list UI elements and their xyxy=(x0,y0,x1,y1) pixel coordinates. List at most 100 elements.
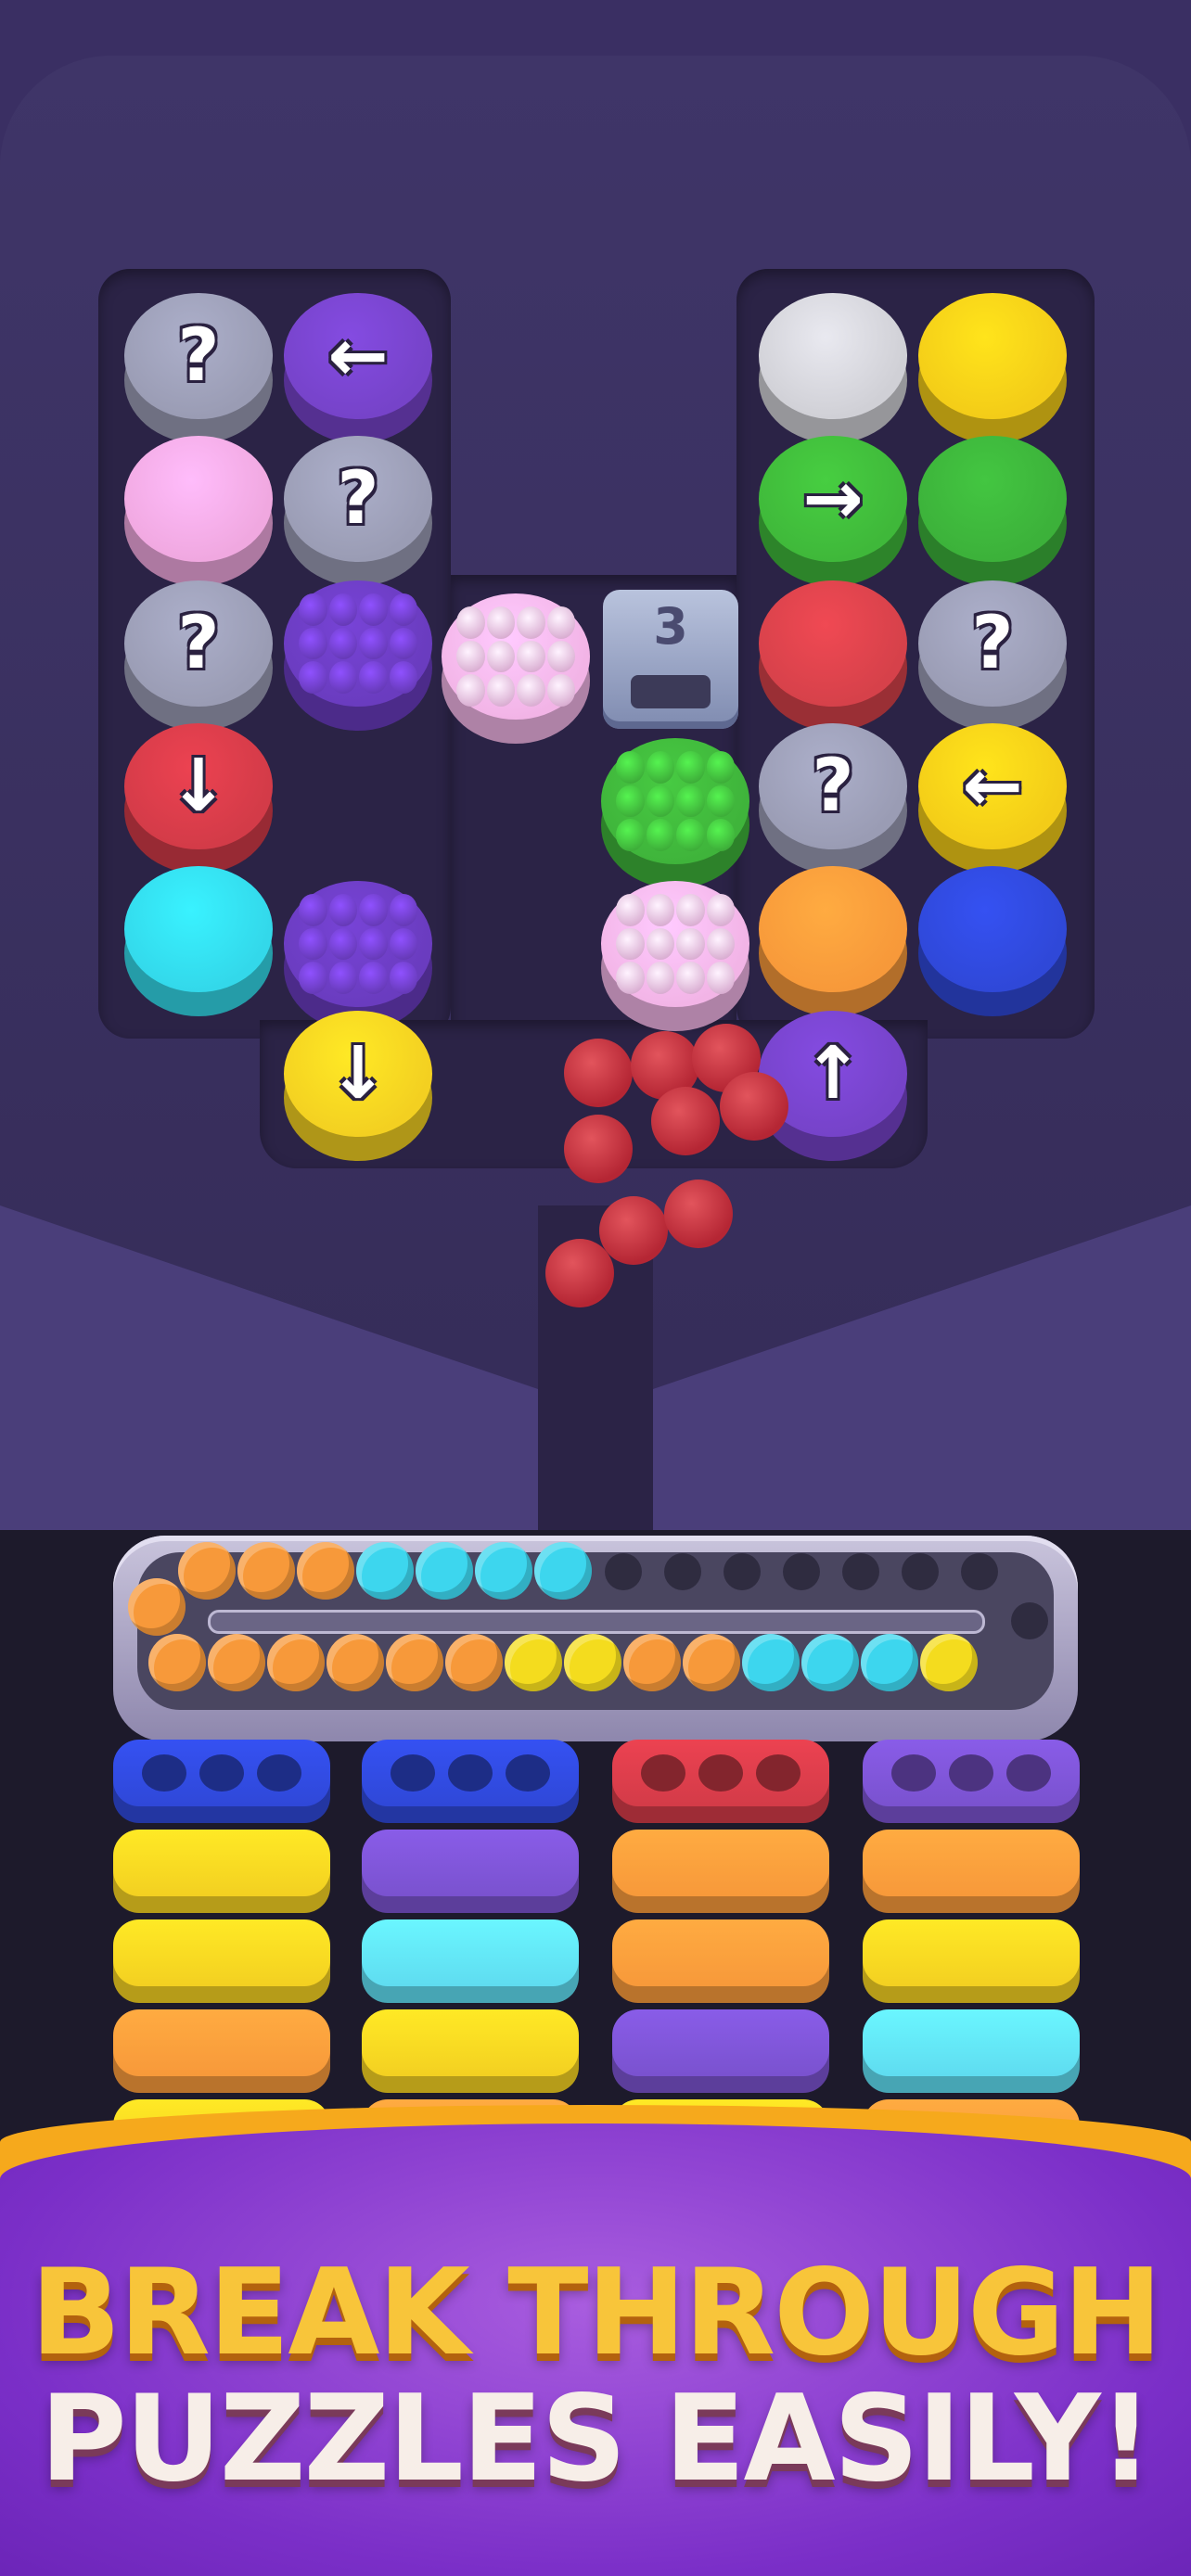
stud xyxy=(706,784,735,818)
column-3-piece xyxy=(612,1919,829,2003)
headline-line-2: PUZZLES EASILY! xyxy=(39,2370,1153,2508)
stud xyxy=(517,640,545,673)
disc-l-r3c1[interactable]: ? xyxy=(124,580,273,738)
tray-ball-yellow xyxy=(564,1634,621,1691)
counter-block[interactable]: 3 xyxy=(603,590,738,729)
disc-r-r4c2[interactable]: ← xyxy=(918,723,1067,881)
stud xyxy=(676,819,705,851)
disc-l-r6c2[interactable]: ↓ xyxy=(284,1011,432,1168)
column-2-piece xyxy=(362,1919,579,2003)
tray-ball-cyan xyxy=(416,1542,473,1600)
disc-r-r5c2[interactable] xyxy=(918,866,1067,1024)
piece-hole xyxy=(142,1754,186,1792)
stud xyxy=(328,962,357,994)
red-ball xyxy=(651,1087,720,1155)
disc-r-r2c1[interactable]: → xyxy=(759,436,907,593)
counter-slot xyxy=(631,675,711,708)
tray-slot xyxy=(605,1553,642,1590)
disc-m-r3[interactable] xyxy=(442,593,590,751)
disc-r-r3c2[interactable]: ? xyxy=(918,580,1067,738)
stud xyxy=(646,927,674,961)
disc-m-r5[interactable] xyxy=(601,881,749,1039)
tray-slot xyxy=(842,1553,879,1590)
tray-ball-orange xyxy=(327,1634,384,1691)
question-icon: ? xyxy=(177,314,220,398)
arrow-down-icon: ↓ xyxy=(327,1032,389,1116)
piece-face xyxy=(113,1740,330,1806)
studs-pattern xyxy=(299,894,417,994)
stud xyxy=(616,962,645,994)
stud xyxy=(616,894,645,926)
question-icon: ? xyxy=(177,602,220,685)
tray-slot xyxy=(902,1553,939,1590)
column-1-piece[interactable] xyxy=(113,1740,330,1823)
stud xyxy=(706,927,735,961)
piece-face xyxy=(863,1830,1080,1896)
tray-ball-yellow xyxy=(920,1634,978,1691)
question-icon: ? xyxy=(971,602,1014,685)
arrow-up-icon: ↑ xyxy=(802,1032,864,1116)
tray-slot xyxy=(961,1553,998,1590)
piece-face xyxy=(362,2009,579,2076)
red-ball xyxy=(664,1180,733,1248)
disc-face xyxy=(124,866,273,992)
stud xyxy=(646,962,674,994)
stud xyxy=(299,927,327,961)
column-1-piece xyxy=(113,1830,330,1913)
disc-l-r2c1[interactable] xyxy=(124,436,273,593)
tray-ball-orange xyxy=(148,1634,206,1691)
tray-ball-orange xyxy=(237,1542,295,1600)
column-4-piece[interactable] xyxy=(863,1740,1080,1823)
disc-r-r1c2[interactable] xyxy=(918,293,1067,451)
piece-hole xyxy=(506,1754,550,1792)
studs-pattern xyxy=(299,593,417,694)
disc-m-r4[interactable] xyxy=(601,738,749,896)
tray-ball-cyan xyxy=(742,1634,800,1691)
disc-r-r4c1[interactable]: ? xyxy=(759,723,907,881)
disc-l-r1c2[interactable]: ← xyxy=(284,293,432,451)
stud xyxy=(546,606,575,639)
arrow-right-icon: → xyxy=(802,457,864,541)
disc-r-r3c1[interactable] xyxy=(759,580,907,738)
arrow-left-icon: ← xyxy=(962,745,1023,828)
stud xyxy=(456,640,485,673)
disc-l-r1c1[interactable]: ? xyxy=(124,293,273,451)
tray-ball-cyan xyxy=(356,1542,414,1600)
disc-r-r5c1[interactable] xyxy=(759,866,907,1024)
disc-face xyxy=(918,293,1067,419)
stud xyxy=(299,661,327,694)
red-ball xyxy=(545,1239,614,1307)
stud xyxy=(646,819,674,851)
column-2-piece[interactable] xyxy=(362,1740,579,1823)
red-ball xyxy=(599,1196,668,1265)
red-ball xyxy=(720,1072,788,1141)
arrow-down-icon: ↓ xyxy=(168,745,229,828)
column-3-piece[interactable] xyxy=(612,1740,829,1823)
stud xyxy=(328,661,357,694)
piece-face xyxy=(113,2009,330,2076)
disc-r-r1c1[interactable] xyxy=(759,293,907,451)
red-ball xyxy=(564,1115,633,1183)
stud xyxy=(646,784,674,818)
piece-face xyxy=(612,1919,829,1986)
disc-face: ↓ xyxy=(284,1011,432,1137)
stud xyxy=(676,962,705,994)
piece-face xyxy=(362,1919,579,1986)
disc-face: ? xyxy=(759,723,907,849)
stud xyxy=(359,927,388,961)
tray-ball-orange xyxy=(128,1578,186,1636)
tray-ball-cyan xyxy=(861,1634,918,1691)
disc-r-r2c2[interactable] xyxy=(918,436,1067,593)
tray-slot xyxy=(1011,1602,1048,1639)
piece-hole xyxy=(698,1754,743,1792)
stud xyxy=(456,674,485,707)
column-3-piece xyxy=(612,1830,829,1913)
disc-l-r5c1[interactable] xyxy=(124,866,273,1024)
piece-face xyxy=(863,1740,1080,1806)
disc-l-r3c2[interactable] xyxy=(284,580,432,738)
disc-l-r4c1[interactable]: ↓ xyxy=(124,723,273,881)
disc-l-r2c2[interactable]: ? xyxy=(284,436,432,593)
stud xyxy=(676,894,705,926)
disc-face xyxy=(759,580,907,707)
stud xyxy=(389,962,417,994)
